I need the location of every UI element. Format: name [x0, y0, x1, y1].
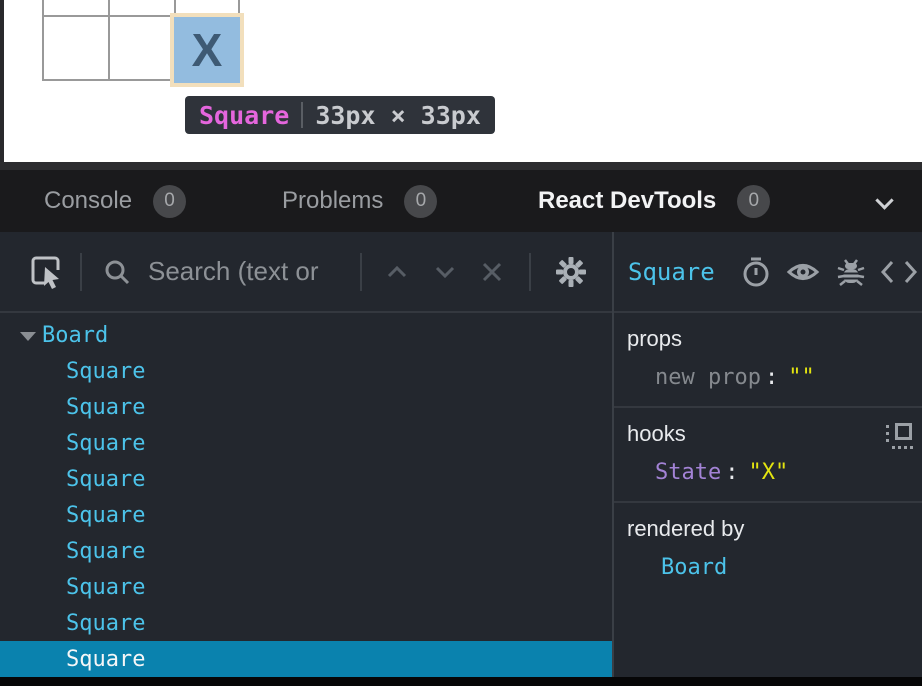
- hooks-section: hooks State : "X": [614, 408, 922, 503]
- view-source-button[interactable]: [880, 232, 918, 311]
- tree-item-label: Square: [66, 359, 145, 384]
- rendered-by-row: Board: [627, 555, 922, 580]
- highlighted-square[interactable]: X: [174, 17, 240, 83]
- new-prop-row[interactable]: new prop : "": [627, 365, 922, 390]
- parse-hook-names-icon[interactable]: [886, 423, 912, 449]
- tree-item-label: Square: [66, 611, 145, 636]
- react-devtools-toolbar: Search (text or: [0, 232, 922, 313]
- tab-console[interactable]: Console 0: [44, 170, 186, 232]
- board-square[interactable]: [108, 0, 174, 15]
- new-prop-value-input[interactable]: "": [788, 365, 815, 390]
- square-value: X: [192, 23, 223, 77]
- clear-search-button[interactable]: [478, 232, 506, 311]
- settings-button[interactable]: [553, 232, 589, 311]
- tree-item-square[interactable]: Square: [0, 353, 612, 389]
- tree-item-label: Square: [66, 431, 145, 456]
- tree-item-label: Square: [66, 395, 145, 420]
- tree-item-square[interactable]: Square: [0, 461, 612, 497]
- chevron-down-small-icon: [432, 259, 458, 285]
- tree-item-square[interactable]: Square: [0, 389, 612, 425]
- next-match-button[interactable]: [432, 232, 458, 311]
- devtools-window: X Square 33px × 33px Console 0 Problems …: [0, 0, 922, 686]
- tab-problems[interactable]: Problems 0: [282, 170, 437, 232]
- bug-icon: [836, 256, 866, 288]
- tab-console-badge: 0: [153, 185, 186, 218]
- inspect-highlight-overlay: X: [170, 13, 244, 87]
- tab-problems-badge: 0: [404, 185, 437, 218]
- tree-item-label: Square: [66, 503, 145, 528]
- previous-match-button[interactable]: [384, 232, 410, 311]
- expand-arrow-icon[interactable]: [20, 332, 36, 341]
- inspect-dom-button[interactable]: [786, 232, 820, 311]
- stopwatch-icon: [741, 256, 771, 288]
- tooltip-dimensions: 33px × 33px: [315, 101, 481, 130]
- toolbar-divider: [360, 253, 362, 291]
- rendered-by-title: rendered by: [627, 516, 922, 542]
- rendered-by-owner-link[interactable]: Board: [661, 555, 727, 580]
- component-inspector-panel: props new prop : "" hooks State :: [614, 313, 922, 677]
- inspect-element-icon: [28, 253, 66, 291]
- inspect-tooltip: Square 33px × 33px: [185, 96, 495, 134]
- board-square[interactable]: [108, 15, 174, 81]
- board-square[interactable]: [42, 15, 108, 81]
- component-tree: Board SquareSquareSquareSquareSquareSqua…: [0, 313, 612, 677]
- browser-page-content: X Square 33px × 33px: [0, 0, 922, 162]
- tab-react-devtools-label: React DevTools: [538, 187, 716, 215]
- inspect-element-button[interactable]: [28, 232, 66, 311]
- code-brackets-icon: [880, 259, 918, 285]
- search-placeholder-text: Search (text or: [148, 256, 319, 287]
- profiler-button[interactable]: [741, 232, 771, 311]
- chevron-down-icon[interactable]: [875, 191, 893, 209]
- gear-icon: [553, 254, 589, 290]
- component-tree-children: Square Square Square Square Square Square Squa…: [0, 353, 612, 677]
- tree-item-board[interactable]: Board: [0, 317, 612, 353]
- close-icon: [478, 258, 506, 286]
- new-prop-name-input[interactable]: new prop: [655, 365, 761, 390]
- tree-item-label: Square: [66, 575, 145, 600]
- eye-icon: [786, 257, 820, 287]
- toolbar-divider: [529, 253, 531, 291]
- tab-react-devtools[interactable]: React DevTools 0: [538, 170, 770, 232]
- tree-item-square[interactable]: Square: [0, 569, 612, 605]
- hook-value[interactable]: "X": [748, 460, 788, 485]
- tab-problems-label: Problems: [282, 187, 383, 215]
- tree-item-square[interactable]: Square: [0, 605, 612, 641]
- tree-item-square[interactable]: Square: [0, 497, 612, 533]
- selected-component-title: Square: [628, 232, 715, 311]
- window-bottom-edge: [0, 677, 922, 686]
- hooks-title: hooks: [627, 421, 922, 447]
- tooltip-component-name: Square: [199, 101, 289, 130]
- hook-separator: :: [721, 460, 748, 485]
- tab-react-devtools-badge: 0: [737, 185, 770, 218]
- window-left-edge: [0, 0, 4, 162]
- tree-item-label: Square: [66, 539, 145, 564]
- board-square[interactable]: [42, 0, 108, 15]
- toolbar-divider: [80, 253, 82, 291]
- hook-name: State: [655, 460, 721, 485]
- tree-item-square[interactable]: Square: [0, 533, 612, 569]
- tab-console-label: Console: [44, 187, 132, 215]
- props-section: props new prop : "": [614, 313, 922, 408]
- prop-separator: :: [761, 365, 788, 390]
- drawer-tab-bar: Console 0 Problems 0 React DevTools 0: [0, 170, 922, 232]
- tree-item-label: Board: [42, 323, 108, 348]
- state-hook-row[interactable]: State : "X": [627, 460, 922, 485]
- search-input[interactable]: Search (text or: [148, 232, 319, 311]
- chevron-up-icon: [384, 259, 410, 285]
- debug-button[interactable]: [836, 232, 866, 311]
- props-title: props: [627, 326, 922, 352]
- rendered-by-section: rendered by Board: [614, 503, 922, 596]
- drawer-top-strip: [0, 162, 922, 170]
- search-icon: [102, 232, 132, 311]
- tree-item-label: Square: [66, 467, 145, 492]
- tree-item-square[interactable]: Square: [0, 641, 612, 677]
- tree-item-square[interactable]: Square: [0, 425, 612, 461]
- tooltip-separator: [301, 102, 303, 128]
- selected-component-name: Square: [628, 258, 715, 286]
- tree-item-label: Square: [66, 647, 145, 672]
